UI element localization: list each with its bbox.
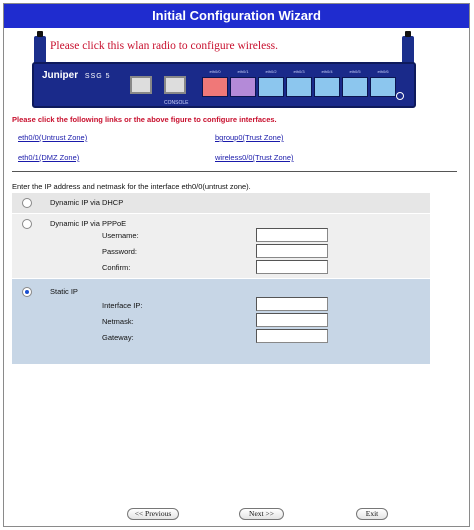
- port-eth0-2[interactable]: [258, 77, 284, 97]
- interface-ip-input[interactable]: [256, 297, 328, 311]
- section-divider: [12, 171, 457, 172]
- interface-ip-label: Interface IP:: [102, 301, 143, 310]
- link-eth0-0-untrust[interactable]: eth0/0(Untrust Zone): [18, 133, 87, 142]
- port-label-2: eth0/2: [265, 69, 277, 74]
- console-port: [164, 76, 186, 94]
- option-label-dhcp: Dynamic IP via DHCP: [50, 198, 124, 207]
- radio-pppoe[interactable]: [22, 219, 32, 229]
- username-input[interactable]: [256, 228, 328, 242]
- console-label: CONSOLE: [164, 100, 189, 106]
- netmask-input[interactable]: [256, 313, 328, 327]
- port-eth0-3[interactable]: [286, 77, 312, 97]
- port-label-0: eth0/0: [209, 69, 221, 74]
- port-eth0-4[interactable]: [314, 77, 340, 97]
- juniper-logo: Juniper SSG 5: [42, 70, 111, 81]
- wlan-radio-prompt[interactable]: Please click this wlan radio to configur…: [50, 40, 278, 52]
- previous-button[interactable]: << Previous: [127, 508, 179, 520]
- port-label-5: eth0/5: [349, 69, 361, 74]
- link-wireless0-0-trust[interactable]: wireless0/0(Trust Zone): [215, 153, 294, 162]
- port-label-6: eth0/6: [377, 69, 389, 74]
- password-label: Password:: [102, 247, 138, 256]
- ssg5-device-figure: Juniper SSG 5 CONSOLE eth0/0 eth0/1 eth0…: [32, 62, 416, 108]
- link-bgroup0-trust[interactable]: bgroup0(Trust Zone): [215, 133, 284, 142]
- form-prompt: Enter the IP address and netmask for the…: [12, 182, 251, 191]
- confirm-label: Confirm:: [102, 263, 131, 272]
- aux-port: [130, 76, 152, 94]
- option-label-static: Static IP: [50, 287, 78, 296]
- option-row-pppoe: Dynamic IP via PPPoE Username: Password:…: [12, 214, 430, 278]
- gateway-input[interactable]: [256, 329, 328, 343]
- option-label-pppoe: Dynamic IP via PPPoE: [50, 219, 127, 228]
- confirm-input[interactable]: [256, 260, 328, 274]
- radio-static[interactable]: [22, 287, 32, 297]
- exit-button[interactable]: Exit: [356, 508, 388, 520]
- radio-dhcp[interactable]: [22, 198, 32, 208]
- link-eth0-1-dmz[interactable]: eth0/1(DMZ Zone): [18, 153, 79, 162]
- option-row-static: Static IP Interface IP: Netmask: Gateway…: [12, 279, 430, 364]
- interfaces-instruction: Please click the following links or the …: [12, 115, 277, 124]
- port-label-1: eth0/1: [237, 69, 249, 74]
- password-input[interactable]: [256, 244, 328, 258]
- option-row-dhcp: Dynamic IP via DHCP: [12, 193, 430, 213]
- port-eth0-5[interactable]: [342, 77, 368, 97]
- window-title: Initial Configuration Wizard: [4, 4, 469, 28]
- port-label-4: eth0/4: [321, 69, 333, 74]
- port-eth0-6[interactable]: [370, 77, 396, 97]
- port-eth0-0[interactable]: [202, 77, 228, 97]
- username-label: Username:: [102, 231, 139, 240]
- netmask-label: Netmask:: [102, 317, 134, 326]
- port-label-3: eth0/3: [293, 69, 305, 74]
- power-icon: [396, 92, 404, 100]
- next-button[interactable]: Next >>: [239, 508, 284, 520]
- gateway-label: Gateway:: [102, 333, 134, 342]
- port-eth0-1[interactable]: [230, 77, 256, 97]
